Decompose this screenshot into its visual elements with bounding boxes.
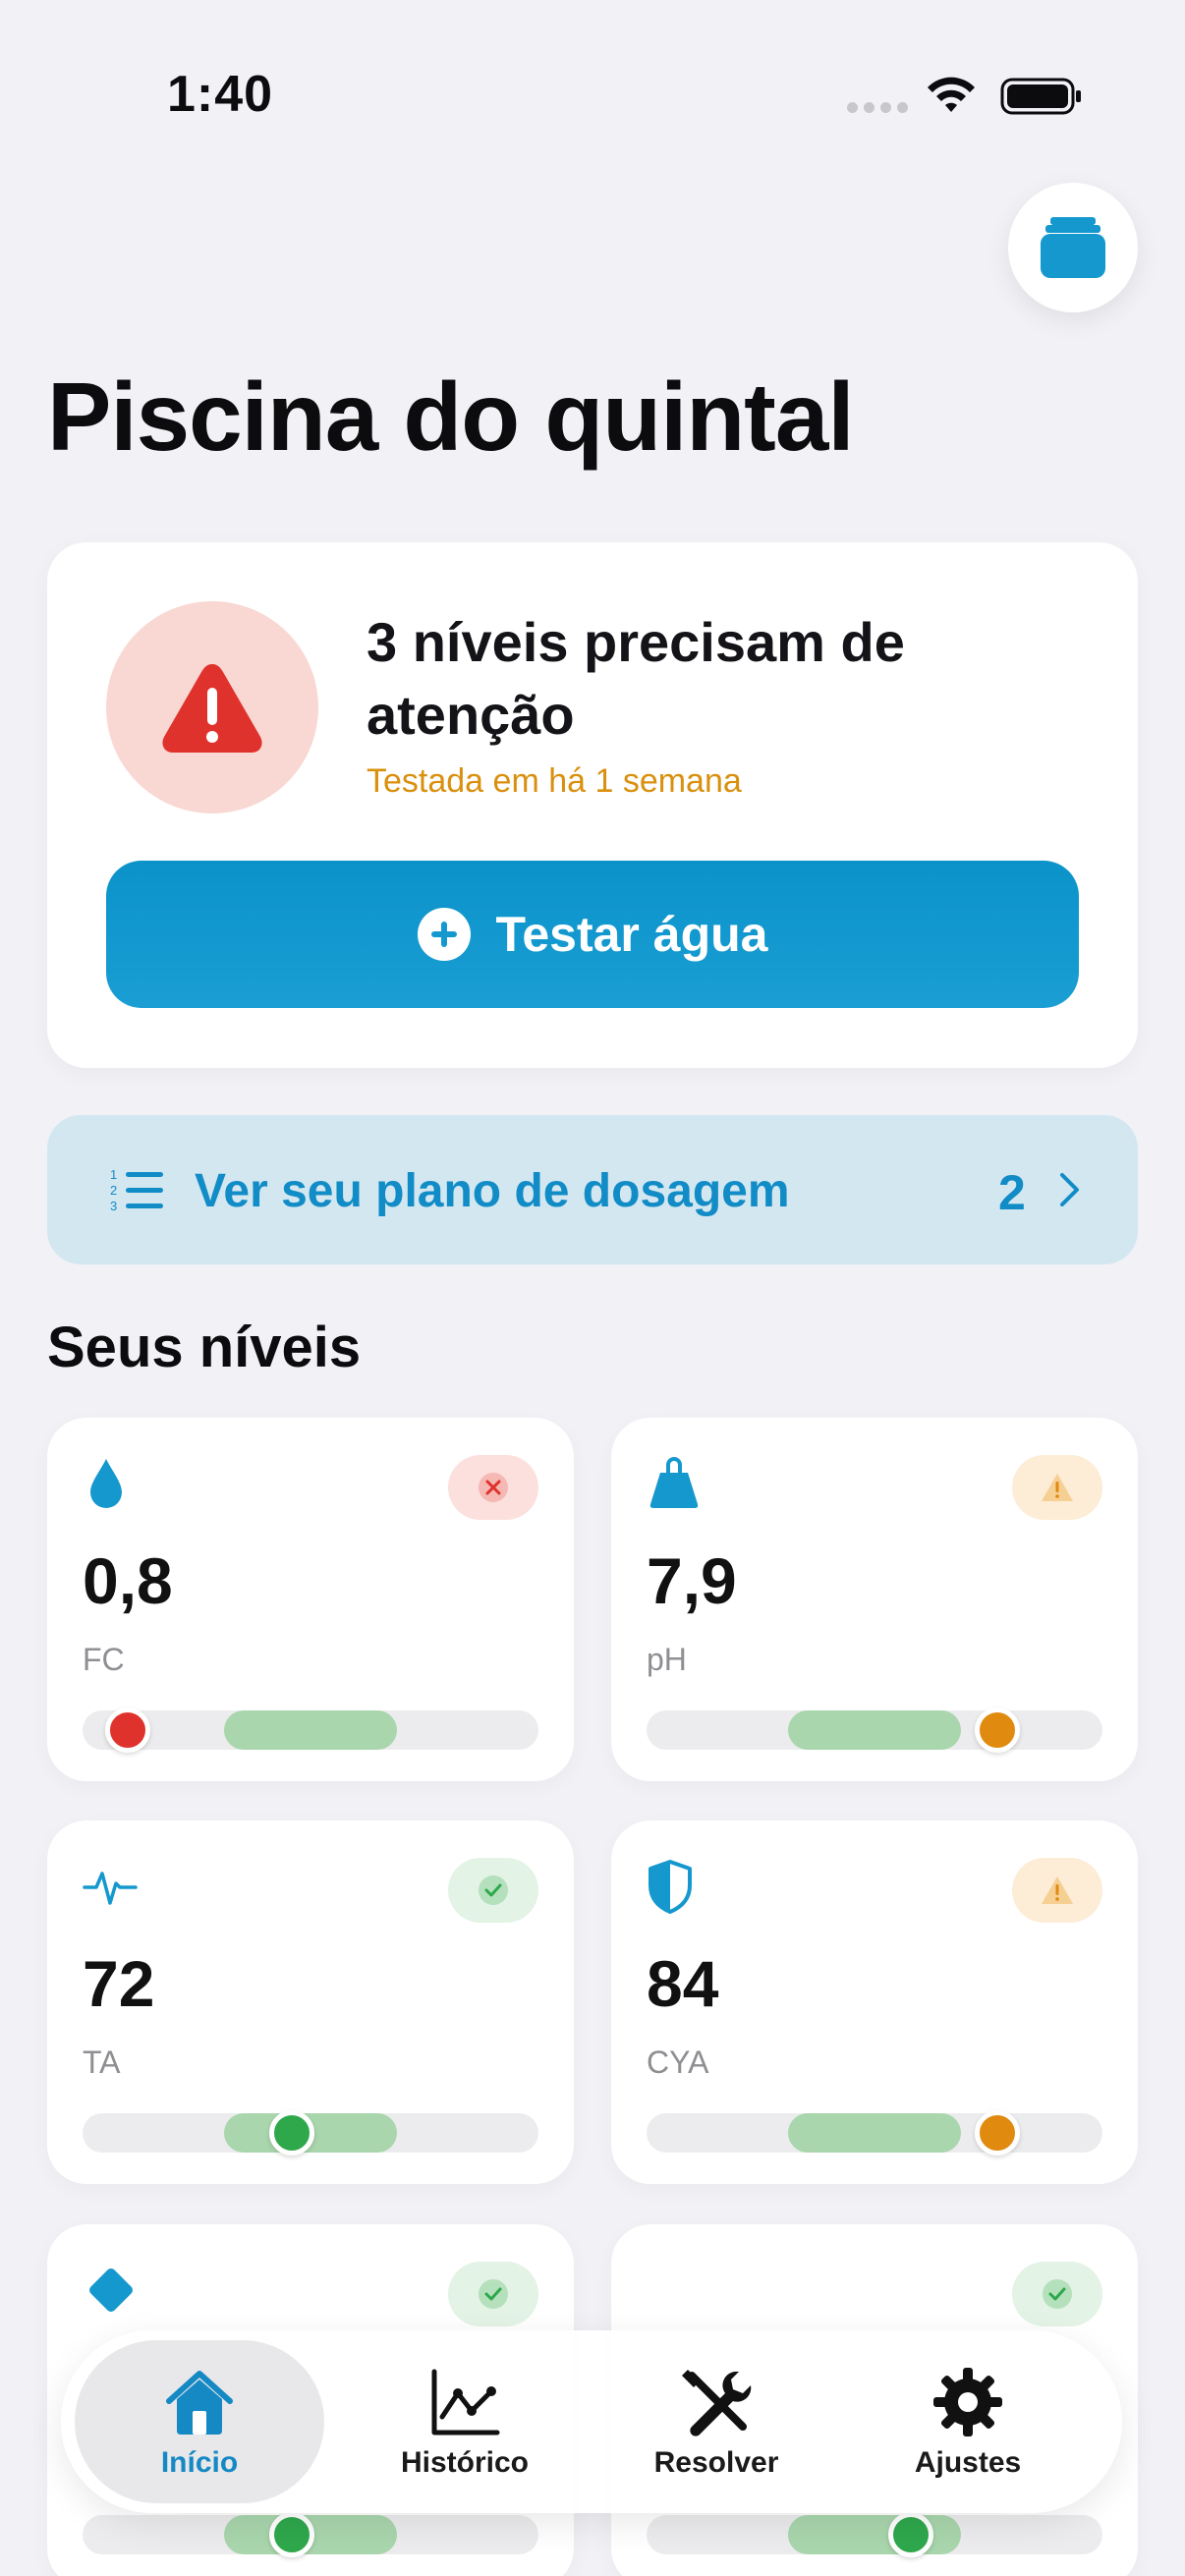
ideal-range — [787, 1710, 962, 1750]
ideal-range — [787, 2113, 962, 2153]
chevron-right-icon — [1060, 1173, 1079, 1206]
pulse-icon — [83, 1872, 138, 1905]
level-range-bar — [83, 2110, 538, 2156]
pools-button[interactable] — [1008, 183, 1138, 312]
level-marker — [975, 2110, 1021, 2156]
kettlebell-icon — [649, 1457, 699, 1508]
svg-text:1: 1 — [110, 1167, 117, 1182]
level-card-fc[interactable]: 0,8 FC — [47, 1418, 574, 1781]
status-time: 1:40 — [167, 66, 274, 123]
level-marker — [105, 1708, 151, 1753]
level-range-bar — [83, 2512, 538, 2557]
level-marker — [975, 1708, 1021, 1753]
numbered-list-icon: 1 2 3 — [110, 1167, 163, 1213]
page-title: Piscina do quintal — [47, 363, 855, 471]
check-circle-icon — [479, 1876, 508, 1905]
alert-icon-circle — [106, 601, 318, 813]
warning-triangle-icon — [1042, 1474, 1073, 1501]
status-error-badge — [448, 1455, 538, 1520]
level-card-ta[interactable]: 72 TA — [47, 1820, 574, 2184]
battery-icon — [1000, 78, 1081, 115]
level-value: 7,9 — [647, 1544, 737, 1617]
tools-icon — [682, 2370, 752, 2436]
drop-icon — [90, 1459, 122, 1508]
x-circle-icon — [479, 1473, 508, 1502]
status-warning-badge — [1012, 1858, 1102, 1923]
level-label: FC — [83, 1642, 125, 1677]
tab-label: Início — [160, 2446, 239, 2479]
tab-label: Histórico — [400, 2446, 530, 2479]
tab-label: Resolver — [653, 2446, 779, 2479]
dosage-count-badge: 2 — [998, 1165, 1026, 1220]
warning-triangle-icon — [1042, 1876, 1073, 1904]
plus-circle-icon — [417, 908, 471, 961]
diamond-icon — [89, 2268, 133, 2312]
level-label: pH — [647, 1642, 687, 1677]
level-card-cya[interactable]: 84 CYA — [611, 1820, 1138, 2184]
tab-label: Ajustes — [914, 2446, 1022, 2479]
level-value: 72 — [83, 1947, 155, 2020]
level-range-bar — [647, 1708, 1102, 1753]
level-card-ph[interactable]: 7,9 pH — [611, 1418, 1138, 1781]
check-circle-icon — [479, 2279, 508, 2309]
level-range-bar — [647, 2110, 1102, 2156]
tab-bar: Início Histórico Resolver Ajustes — [61, 2330, 1122, 2513]
svg-text:2: 2 — [110, 1183, 117, 1198]
tab-inicio[interactable]: Início — [75, 2340, 324, 2503]
signal-dots-icon — [847, 102, 908, 113]
level-marker — [888, 2512, 934, 2557]
level-value: 0,8 — [83, 1544, 173, 1617]
level-range-bar — [647, 2512, 1102, 2557]
dosage-plan-row[interactable]: 1 2 3 Ver seu plano de dosagem 2 — [47, 1115, 1138, 1264]
tab-ajustes[interactable]: Ajustes — [843, 2340, 1093, 2503]
ideal-range — [223, 1710, 398, 1750]
shield-icon — [649, 1860, 692, 1914]
gear-icon — [933, 2368, 1002, 2436]
levels-section-title: Seus níveis — [47, 1316, 362, 1379]
tab-resolver[interactable]: Resolver — [592, 2340, 841, 2503]
alert-title: 3 níveis precisam de atenção — [367, 611, 905, 746]
status-ok-badge — [1012, 2262, 1102, 2326]
status-ok-badge — [448, 1858, 538, 1923]
level-label: TA — [83, 2044, 121, 2080]
level-range-bar — [83, 1708, 538, 1753]
chart-line-icon — [431, 2369, 500, 2436]
status-bar: 1:40 — [0, 0, 1185, 157]
test-water-button[interactable]: Testar água — [106, 861, 1079, 1008]
alert-card: 3 níveis precisam de atenção Testada em … — [47, 542, 1138, 1068]
level-value: 84 — [647, 1947, 719, 2020]
ideal-range — [787, 2515, 962, 2554]
stack-icon — [1041, 217, 1105, 278]
last-tested-text: Testada em há 1 semana — [367, 762, 742, 800]
house-icon — [166, 2371, 233, 2435]
wifi-icon — [928, 77, 975, 112]
check-circle-icon — [1043, 2279, 1072, 2309]
level-label: CYA — [647, 2044, 709, 2080]
dosage-plan-label: Ver seu plano de dosagem — [195, 1165, 790, 1217]
status-ok-badge — [448, 2262, 538, 2326]
tab-historico[interactable]: Histórico — [340, 2340, 590, 2503]
svg-text:3: 3 — [110, 1199, 117, 1213]
test-water-label: Testar água — [495, 907, 768, 962]
warning-triangle-icon — [162, 664, 262, 753]
status-warning-badge — [1012, 1455, 1102, 1520]
